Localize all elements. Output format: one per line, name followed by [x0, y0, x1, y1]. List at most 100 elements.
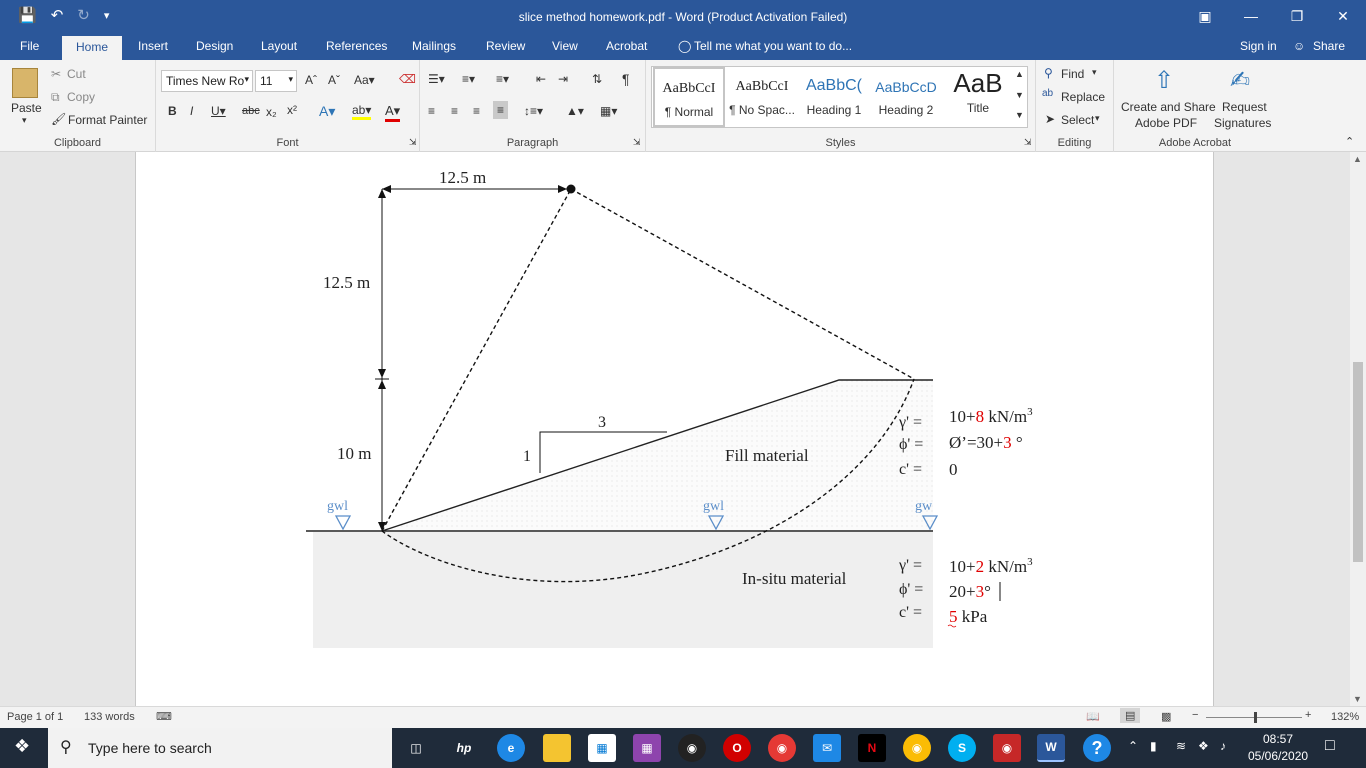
word-count[interactable]: 133 words — [84, 711, 135, 723]
volume-icon[interactable]: ♪ — [1220, 739, 1226, 753]
request-signatures-line2[interactable]: Signatures — [1214, 116, 1271, 130]
show-formatting-icon[interactable]: ¶ — [622, 71, 630, 87]
align-right-icon[interactable]: ≡ — [473, 104, 480, 118]
page-count[interactable]: Page 1 of 1 — [7, 711, 63, 723]
zoom-slider-thumb[interactable] — [1254, 712, 1257, 723]
store-icon[interactable]: ▦ — [588, 734, 616, 762]
styles-dialog-launcher-icon[interactable]: ⇲ — [1024, 137, 1032, 148]
opera-icon[interactable]: O — [723, 734, 751, 762]
paste-button[interactable]: Paste — [11, 101, 42, 115]
show-hidden-icons[interactable]: ⌃ — [1128, 739, 1138, 753]
proofing-icon[interactable]: ⌨ — [156, 710, 172, 723]
clear-formatting-icon[interactable]: ⌫ — [399, 72, 416, 86]
multilevel-list-icon[interactable]: ≡▾ — [496, 72, 509, 86]
shrink-font-icon[interactable]: Aˇ — [328, 73, 340, 87]
clock-time[interactable]: 08:57 — [1263, 732, 1293, 746]
print-layout-icon[interactable]: ▤ — [1120, 708, 1141, 723]
style-heading-2[interactable]: AaBbCcD Heading 2 — [870, 67, 942, 127]
style-heading-1[interactable]: AaBbC(Heading 1 — [798, 67, 870, 127]
find-dropdown-icon[interactable]: ▾ — [1092, 67, 1097, 78]
read-mode-icon[interactable]: 📖 — [1086, 710, 1100, 723]
font-name-dropdown-icon[interactable]: ▾ — [244, 74, 249, 85]
align-left-icon[interactable]: ≡ — [428, 104, 435, 118]
fill-c-value[interactable]: 0 — [949, 460, 958, 479]
bold-icon[interactable]: B — [168, 104, 177, 118]
strikethrough-icon[interactable]: abc — [242, 105, 260, 117]
style-normal[interactable]: AaBbCcI ¶ Normal — [653, 67, 725, 127]
restore-button[interactable]: ❐ — [1274, 0, 1320, 32]
tell-me-box[interactable]: Tell me what you want to do... — [694, 39, 852, 53]
mail-icon[interactable]: ✉ — [813, 734, 841, 762]
tab-review[interactable]: Review — [486, 39, 525, 53]
help-icon[interactable]: ? — [1083, 734, 1111, 762]
wifi-icon[interactable]: ≋ — [1176, 739, 1186, 753]
styles-scroll-down-icon[interactable]: ▼ — [1015, 90, 1024, 100]
justify-icon[interactable]: ≡ — [493, 101, 509, 119]
red-app-icon[interactable]: ◉ — [993, 734, 1021, 762]
grow-font-icon[interactable]: Aˆ — [305, 73, 317, 87]
font-name-box[interactable]: Times New Ro ▾ — [161, 70, 253, 92]
collapse-ribbon-icon[interactable]: ⌃ — [1345, 135, 1354, 148]
select-button[interactable]: Select — [1061, 113, 1094, 127]
paste-dropdown-icon[interactable]: ▾ — [22, 115, 27, 126]
chrome-icon[interactable]: ◉ — [903, 734, 931, 762]
windows-start-icon[interactable]: ❖ — [14, 736, 30, 757]
insitu-c-value[interactable]: 5 kPa — [949, 607, 988, 626]
bullets-icon[interactable]: ☰▾ — [428, 72, 445, 86]
select-dropdown-icon[interactable]: ▾ — [1095, 113, 1100, 124]
request-signatures-line1[interactable]: Request — [1222, 100, 1267, 114]
fill-phi-value[interactable]: Ø’=30+3 ° — [949, 433, 1023, 452]
borders-icon[interactable]: ▦▾ — [600, 104, 617, 118]
font-color-icon[interactable]: A▾ — [385, 103, 401, 122]
subscript-icon[interactable]: x₂ — [266, 105, 277, 119]
tab-layout[interactable]: Layout — [261, 39, 297, 53]
font-size-dropdown-icon[interactable]: ▾ — [288, 74, 293, 85]
share-button[interactable]: Share — [1313, 39, 1345, 53]
hp-icon[interactable]: hp — [450, 734, 478, 762]
style-title[interactable]: AaB Title — [942, 67, 1014, 127]
word-taskbar-icon[interactable]: W — [1037, 734, 1065, 762]
notifications-icon[interactable]: □ — [1325, 737, 1335, 755]
document-page[interactable]: 12.5 m 12.5 m 10 m 3 1 Fill material In-… — [135, 152, 1214, 706]
styles-more-icon[interactable]: ▼ — [1015, 110, 1024, 120]
tab-references[interactable]: References — [326, 39, 387, 53]
scroll-down-icon[interactable]: ▼ — [1353, 694, 1362, 704]
underline-icon[interactable]: U▾ — [211, 104, 226, 118]
battery-icon[interactable]: ▮ — [1150, 739, 1157, 753]
zoom-out-icon[interactable]: − — [1192, 709, 1198, 721]
create-share-pdf-line1[interactable]: Create and Share — [1121, 100, 1216, 114]
create-share-pdf-line2[interactable]: Adobe PDF — [1135, 116, 1197, 130]
align-center-icon[interactable]: ≡ — [451, 104, 458, 118]
scroll-up-icon[interactable]: ▲ — [1353, 154, 1362, 164]
increase-indent-icon[interactable]: ⇥ — [558, 72, 568, 86]
sign-in-link[interactable]: Sign in — [1240, 39, 1277, 53]
media-app-icon[interactable]: ◉ — [768, 734, 796, 762]
font-size-box[interactable]: 11 ▾ — [255, 70, 297, 92]
superscript-icon[interactable]: x² — [287, 103, 297, 117]
tab-file[interactable]: File — [20, 39, 39, 53]
italic-icon[interactable]: I — [190, 104, 193, 118]
web-layout-icon[interactable]: ▩ — [1161, 710, 1171, 723]
tab-design[interactable]: Design — [196, 39, 233, 53]
cut-button[interactable]: Cut — [67, 67, 86, 81]
copy-button[interactable]: Copy — [67, 90, 95, 104]
fill-gamma-value[interactable]: 10+8 kN/m3 — [949, 406, 1033, 426]
dropbox-icon[interactable]: ❖ — [1198, 739, 1209, 753]
edge-icon[interactable]: e — [497, 734, 525, 762]
line-spacing-icon[interactable]: ↕≡▾ — [524, 104, 543, 118]
insitu-phi-value[interactable]: 20+3° — [949, 582, 991, 601]
decrease-indent-icon[interactable]: ⇤ — [536, 72, 546, 86]
zoom-in-icon[interactable]: + — [1305, 709, 1311, 721]
tab-mailings[interactable]: Mailings — [412, 39, 456, 53]
numbering-icon[interactable]: ≡▾ — [462, 72, 475, 86]
format-painter-button[interactable]: Format Painter — [68, 113, 147, 127]
minimize-button[interactable]: — — [1228, 0, 1274, 32]
vertical-scrollbar[interactable]: ▲ ▼ — [1350, 152, 1366, 706]
ribbon-display-options-icon[interactable]: ▣ — [1182, 0, 1228, 32]
scrollbar-thumb[interactable] — [1353, 362, 1363, 562]
close-button[interactable]: ✕ — [1320, 0, 1366, 32]
tab-home[interactable]: Home — [62, 36, 123, 60]
tab-acrobat[interactable]: Acrobat — [606, 39, 647, 53]
sort-icon[interactable]: ⇅ — [592, 72, 602, 86]
camera-icon[interactable]: ◉ — [678, 734, 706, 762]
